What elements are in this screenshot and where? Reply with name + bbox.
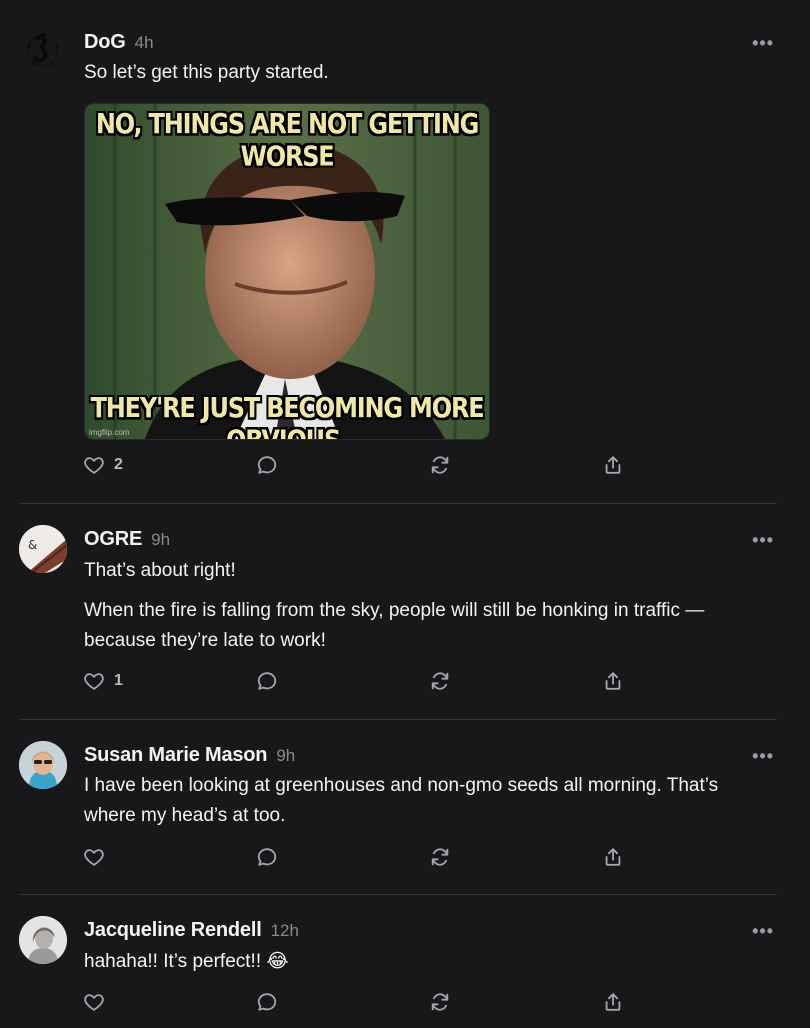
- post-header: Jacqueline Rendell 12h: [84, 919, 299, 942]
- restack-button[interactable]: [429, 454, 451, 476]
- comment-button[interactable]: [256, 991, 278, 1013]
- post-header: DoG 4h: [84, 31, 154, 54]
- share-button[interactable]: [602, 454, 624, 476]
- avatar[interactable]: &: [19, 525, 67, 573]
- timestamp[interactable]: 4h: [135, 33, 154, 53]
- comment-icon: [256, 991, 278, 1013]
- comment-button[interactable]: [256, 454, 278, 476]
- more-icon[interactable]: •••: [752, 746, 774, 767]
- comment-icon: [256, 846, 278, 868]
- timestamp[interactable]: 9h: [276, 746, 295, 766]
- restack-button[interactable]: [429, 670, 451, 692]
- meme-watermark: imgflip.com: [89, 428, 130, 437]
- avatar[interactable]: [19, 916, 67, 964]
- share-icon: [602, 846, 624, 868]
- restack-icon: [429, 670, 451, 692]
- post: & OGRE 9h ••• That’s about right! When t…: [0, 504, 810, 718]
- timestamp[interactable]: 12h: [271, 921, 299, 941]
- post-text-paragraph: When the fire is falling from the sky, p…: [84, 600, 705, 651]
- share-icon: [602, 670, 624, 692]
- like-button[interactable]: 2: [83, 454, 123, 476]
- action-bar: 1: [83, 670, 643, 694]
- post-header: OGRE 9h: [84, 528, 170, 551]
- author-name[interactable]: Susan Marie Mason: [84, 744, 268, 767]
- post: DoG 4h ••• So let’s get this party start…: [0, 0, 810, 503]
- share-icon: [602, 454, 624, 476]
- heart-icon: [83, 991, 105, 1013]
- restack-icon: [429, 454, 451, 476]
- author-name[interactable]: Jacqueline Rendell: [84, 919, 262, 942]
- more-icon[interactable]: •••: [752, 33, 774, 54]
- heart-icon: [83, 454, 105, 476]
- heart-icon: [83, 846, 105, 868]
- avatar[interactable]: [19, 741, 67, 789]
- svg-text:&: &: [28, 538, 37, 552]
- meme-image[interactable]: NO, THINGS ARE NOT GETTING WORSE THEY'RE…: [84, 103, 490, 440]
- post: Susan Marie Mason 9h ••• I have been loo…: [0, 720, 810, 894]
- more-icon[interactable]: •••: [752, 921, 774, 942]
- author-name[interactable]: DoG: [84, 31, 126, 54]
- post-text: I have been looking at greenhouses and n…: [84, 775, 719, 826]
- share-icon: [602, 991, 624, 1013]
- post-text: So let’s get this party started.: [84, 62, 329, 83]
- avatar[interactable]: [19, 26, 67, 74]
- share-button[interactable]: [602, 991, 624, 1013]
- more-icon[interactable]: •••: [752, 530, 774, 551]
- like-button[interactable]: 1: [83, 670, 123, 692]
- post-text: That’s about right!: [84, 560, 236, 581]
- like-button[interactable]: [83, 846, 114, 868]
- post-text: hahaha!! It’s perfect!! 😂: [84, 951, 289, 972]
- share-button[interactable]: [602, 846, 624, 868]
- restack-button[interactable]: [429, 991, 451, 1013]
- restack-icon: [429, 846, 451, 868]
- action-bar: 2: [83, 454, 643, 478]
- comment-icon: [256, 454, 278, 476]
- comment-icon: [256, 670, 278, 692]
- restack-button[interactable]: [429, 846, 451, 868]
- post-header: Susan Marie Mason 9h: [84, 744, 295, 767]
- comment-button[interactable]: [256, 670, 278, 692]
- restack-icon: [429, 991, 451, 1013]
- author-name[interactable]: OGRE: [84, 528, 142, 551]
- action-bar: [83, 846, 643, 870]
- meme-bottom-text: THEY'RE JUST BECOMING MORE OBVIOUS.: [90, 391, 485, 439]
- post: Jacqueline Rendell 12h ••• hahaha!! It’s…: [0, 895, 810, 1028]
- timestamp[interactable]: 9h: [151, 530, 170, 550]
- share-button[interactable]: [602, 670, 624, 692]
- comment-button[interactable]: [256, 846, 278, 868]
- like-count: 2: [114, 456, 123, 473]
- like-button[interactable]: [83, 991, 114, 1013]
- like-count: 1: [114, 672, 123, 689]
- heart-icon: [83, 670, 105, 692]
- action-bar: [83, 991, 643, 1015]
- meme-top-text: NO, THINGS ARE NOT GETTING WORSE: [95, 107, 479, 173]
